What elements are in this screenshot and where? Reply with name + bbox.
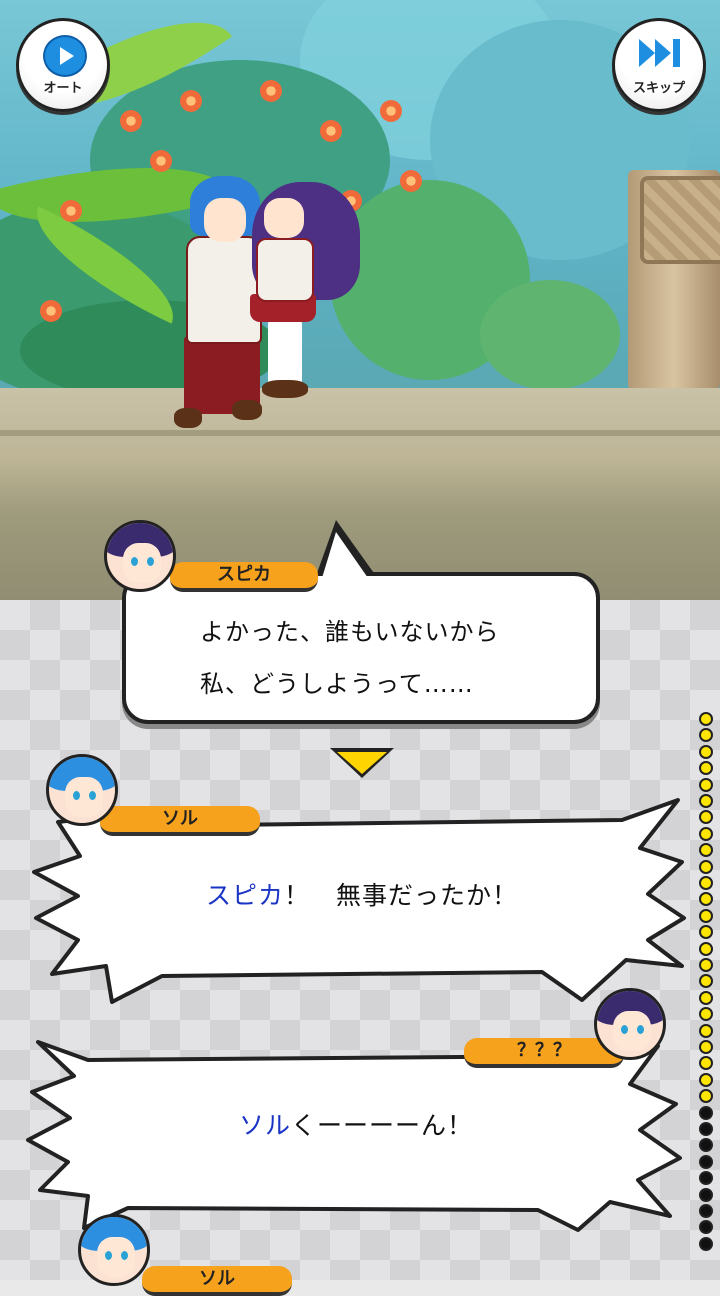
- scroll-dot: [699, 1154, 713, 1169]
- dialogue-line: よかった、誰もいないから: [200, 618, 500, 646]
- flower: [150, 150, 172, 172]
- scroll-dot: [699, 712, 713, 726]
- scroll-dot: [699, 1072, 713, 1087]
- sol-portrait: [46, 754, 118, 826]
- scroll-dot: [699, 859, 713, 874]
- speaker-nameplate: ソル: [142, 1266, 292, 1296]
- speaker-name: ソル: [199, 1268, 235, 1289]
- log-scrollbar[interactable]: [696, 712, 716, 1252]
- scroll-dot: [699, 1056, 713, 1071]
- sol-portrait: [78, 1214, 150, 1286]
- skip-forward-icon: [637, 33, 683, 73]
- scroll-dot: [699, 1040, 713, 1054]
- scroll-dot: [699, 974, 713, 989]
- scroll-dot: [699, 876, 713, 890]
- dialogue-line: ！ 無事だったか！: [284, 881, 519, 910]
- speaker-name: スピカ: [217, 564, 271, 585]
- scroll-dot: [699, 1089, 713, 1104]
- flower: [260, 80, 282, 102]
- unknown-speaker-portrait: [594, 988, 666, 1060]
- flower: [320, 120, 342, 142]
- scroll-dot: [699, 810, 713, 825]
- bubble-tail-fill: [322, 532, 368, 578]
- scroll-dot: [699, 744, 713, 759]
- scroll-dot: [699, 1105, 713, 1120]
- scroll-dot: [699, 892, 713, 907]
- skip-label: スキップ: [632, 80, 685, 95]
- scroll-dot: [699, 958, 713, 972]
- flower: [380, 100, 402, 122]
- auto-button[interactable]: オート: [16, 18, 110, 112]
- scroll-dot: [699, 908, 713, 923]
- play-icon: [43, 35, 87, 77]
- speaker-nameplate: スピカ: [170, 562, 318, 592]
- flower: [120, 110, 142, 132]
- highlighted-name: ソル: [238, 1111, 291, 1140]
- dialogue-line: 私、どうしようって……: [200, 670, 474, 698]
- auto-label: オート: [43, 80, 83, 95]
- speaker-name: ？？？: [517, 1040, 571, 1061]
- stone-pillar-carving: [640, 176, 720, 264]
- flower: [60, 200, 82, 222]
- skip-button[interactable]: スキップ: [612, 18, 706, 112]
- ground-edge: [0, 430, 720, 436]
- scroll-dot: [699, 1122, 713, 1136]
- scroll-dot: [699, 1236, 713, 1251]
- scroll-dot: [699, 728, 713, 743]
- flower: [180, 90, 202, 112]
- dialogue-line: くーーーーん！: [291, 1111, 474, 1140]
- scroll-dot: [699, 1204, 713, 1218]
- scroll-dot: [699, 1023, 713, 1038]
- scroll-dot: [699, 794, 713, 808]
- scroll-dot: [699, 925, 713, 940]
- scroll-dot: [699, 777, 713, 792]
- spica-portrait: [104, 520, 176, 592]
- scroll-dot: [699, 826, 713, 841]
- scroll-dot: [699, 1138, 713, 1153]
- speaker-nameplate: ソル: [100, 806, 260, 836]
- scroll-dot: [699, 1187, 713, 1202]
- scroll-dot: [699, 1220, 713, 1235]
- scroll-dot: [699, 1007, 713, 1022]
- dialogue-bubble: よかった、誰もいないから 私、どうしようって……: [122, 572, 600, 724]
- speaker-name: ソル: [162, 808, 198, 829]
- flower: [40, 300, 62, 322]
- scroll-dot: [699, 1171, 713, 1186]
- bush: [480, 280, 620, 390]
- flower: [400, 170, 422, 192]
- highlighted-name: スピカ: [205, 881, 284, 910]
- scroll-dot: [699, 843, 713, 858]
- scroll-dot: [699, 941, 713, 956]
- next-arrow-fill: [337, 752, 387, 774]
- scroll-dot: [699, 761, 713, 776]
- scroll-dot: [699, 990, 713, 1005]
